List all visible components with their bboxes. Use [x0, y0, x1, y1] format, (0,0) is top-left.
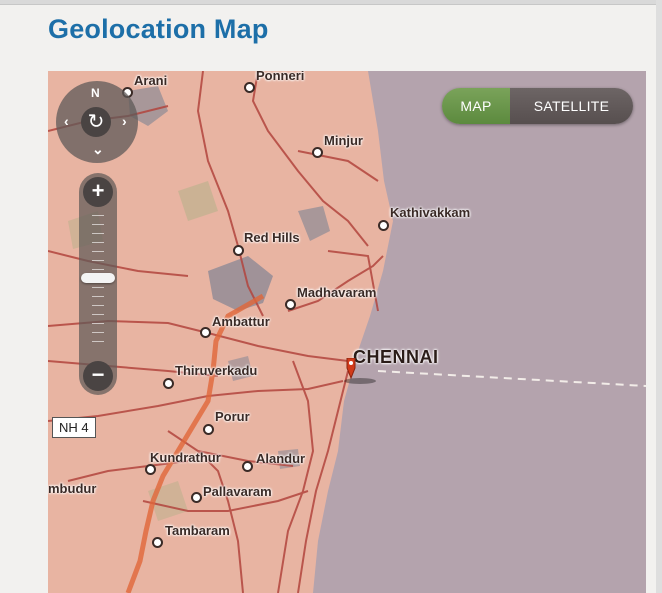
place-label-madhavaram[interactable]: Madhavaram — [297, 285, 376, 300]
location-pin-icon[interactable] — [340, 358, 380, 388]
north-label: N — [91, 86, 100, 100]
pan-left-icon[interactable]: ‹ — [64, 113, 69, 129]
place-dot — [152, 537, 163, 548]
place-label-red-hills[interactable]: Red Hills — [244, 230, 300, 245]
place-label-kundrathur[interactable]: Kundrathur — [150, 450, 221, 465]
place-label-alandur[interactable]: Alandur — [256, 451, 305, 466]
highway-shield: NH 4 — [52, 417, 96, 438]
zoom-out-button[interactable]: − — [83, 361, 113, 391]
place-dot — [285, 299, 296, 310]
pan-control: N ‹ › ⌄ ↻ — [56, 81, 138, 163]
map-base — [48, 71, 646, 593]
map-canvas[interactable]: Arani Ponneri Minjur Kathivakkam Red Hil… — [48, 71, 646, 593]
map-type-satellite-button[interactable]: SATELLITE — [510, 88, 633, 124]
zoom-slider-thumb[interactable] — [81, 273, 115, 283]
rotate-icon[interactable]: ↻ — [81, 107, 111, 137]
place-label-porur[interactable]: Porur — [215, 409, 250, 424]
zoom-in-button[interactable]: + — [83, 177, 113, 207]
place-label-tambaram[interactable]: Tambaram — [165, 523, 230, 538]
place-label-minjur[interactable]: Minjur — [324, 133, 363, 148]
place-label-kathivakkam[interactable]: Kathivakkam — [390, 205, 470, 220]
map-type-map-button[interactable]: MAP — [442, 88, 510, 124]
zoom-control: + − — [79, 173, 117, 395]
place-label-arani[interactable]: Arani — [134, 73, 167, 88]
place-dot — [200, 327, 211, 338]
place-dot — [244, 82, 255, 93]
place-dot — [203, 424, 214, 435]
map-type-toggle: MAP SATELLITE — [442, 88, 633, 124]
place-dot — [312, 147, 323, 158]
pan-right-icon[interactable]: › — [122, 113, 127, 129]
page-title: Geolocation Map — [48, 14, 269, 44]
top-border — [0, 0, 662, 5]
place-dot — [191, 492, 202, 503]
place-dot — [242, 461, 253, 472]
place-label-pallavaram[interactable]: Pallavaram — [203, 484, 272, 499]
place-label-mbudur[interactable]: mbudur — [48, 481, 96, 496]
place-label-thiruverkadu[interactable]: Thiruverkadu — [175, 363, 257, 378]
place-dot — [378, 220, 389, 231]
place-dot — [163, 378, 174, 389]
place-dot — [233, 245, 244, 256]
place-label-ponneri[interactable]: Ponneri — [256, 71, 304, 83]
scroll-edge — [656, 0, 662, 593]
pan-down-icon[interactable]: ⌄ — [92, 141, 104, 158]
place-dot — [145, 464, 156, 475]
place-label-ambattur[interactable]: Ambattur — [212, 314, 270, 329]
